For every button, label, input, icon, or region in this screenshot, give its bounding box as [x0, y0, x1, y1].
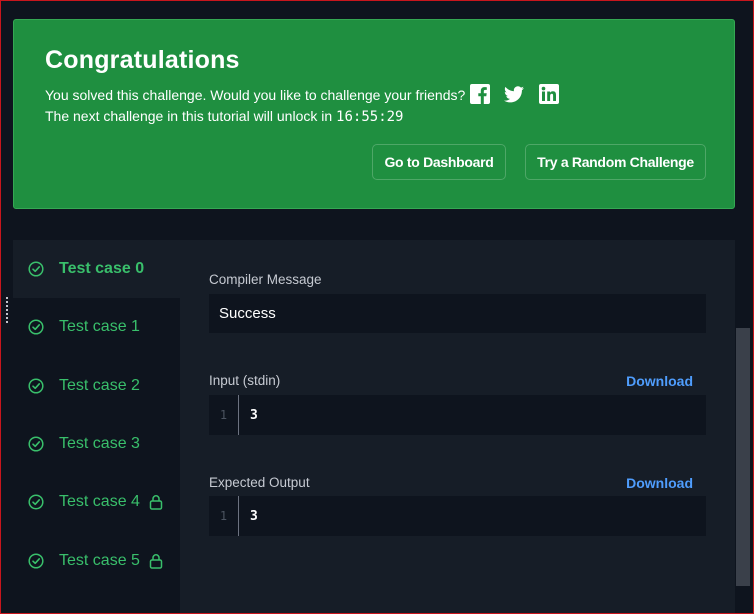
- check-circle-icon: [28, 494, 44, 510]
- go-to-dashboard-button[interactable]: Go to Dashboard: [372, 144, 506, 180]
- compiler-message-label: Compiler Message: [209, 272, 322, 287]
- output-download-link[interactable]: Download: [626, 475, 693, 491]
- compiler-message-box: Success: [209, 294, 706, 333]
- check-circle-icon: [28, 319, 44, 335]
- test-case-tab-5[interactable]: Test case 5: [13, 532, 180, 590]
- test-case-label: Test case 4: [59, 493, 140, 510]
- output-code-box: 1 3: [209, 496, 706, 536]
- line-number: 1: [209, 395, 239, 435]
- input-code-box: 1 3: [209, 395, 706, 435]
- test-case-sidebar: Test case 0 Test case 1 Test case 2 Test…: [13, 240, 180, 614]
- banner-title: Congratulations: [45, 46, 240, 74]
- test-case-label: Test case 2: [59, 377, 140, 394]
- lock-icon: [149, 495, 163, 510]
- test-case-tab-1[interactable]: Test case 1: [13, 298, 180, 356]
- expected-output-label: Expected Output: [209, 475, 310, 490]
- check-circle-icon: [28, 436, 44, 452]
- input-download-link[interactable]: Download: [626, 373, 693, 389]
- random-challenge-button[interactable]: Try a Random Challenge: [525, 144, 706, 180]
- check-circle-icon: [28, 553, 44, 569]
- test-case-tab-3[interactable]: Test case 3: [13, 415, 180, 473]
- check-circle-icon: [28, 378, 44, 394]
- resize-handle[interactable]: [5, 296, 9, 324]
- test-case-label: Test case 1: [59, 318, 140, 335]
- test-case-tab-0[interactable]: Test case 0: [13, 240, 180, 298]
- unlock-message: The next challenge in this tutorial will…: [45, 108, 403, 125]
- test-case-details: Compiler Message Success Input (stdin) D…: [180, 240, 735, 614]
- twitter-icon[interactable]: [503, 83, 525, 105]
- line-number: 1: [209, 496, 239, 536]
- facebook-icon[interactable]: [469, 83, 491, 105]
- test-case-tab-2[interactable]: Test case 2: [13, 357, 180, 415]
- lock-icon: [149, 554, 163, 569]
- output-value: 3: [250, 508, 258, 524]
- success-banner: Congratulations You solved this challeng…: [13, 19, 735, 209]
- test-case-label: Test case 5: [59, 552, 140, 569]
- input-value: 3: [250, 407, 258, 423]
- banner-message: You solved this challenge. Would you lik…: [45, 87, 466, 103]
- input-label: Input (stdin): [209, 373, 281, 388]
- linkedin-icon[interactable]: [538, 83, 560, 105]
- test-case-tab-4[interactable]: Test case 4: [13, 473, 180, 531]
- test-case-label: Test case 3: [59, 435, 140, 452]
- test-case-label: Test case 0: [59, 260, 145, 277]
- scrollbar-thumb[interactable]: [736, 328, 750, 586]
- unlock-prefix: The next challenge in this tutorial will…: [45, 108, 333, 124]
- unlock-timer: 16:55:29: [336, 109, 404, 125]
- check-circle-icon: [28, 261, 44, 277]
